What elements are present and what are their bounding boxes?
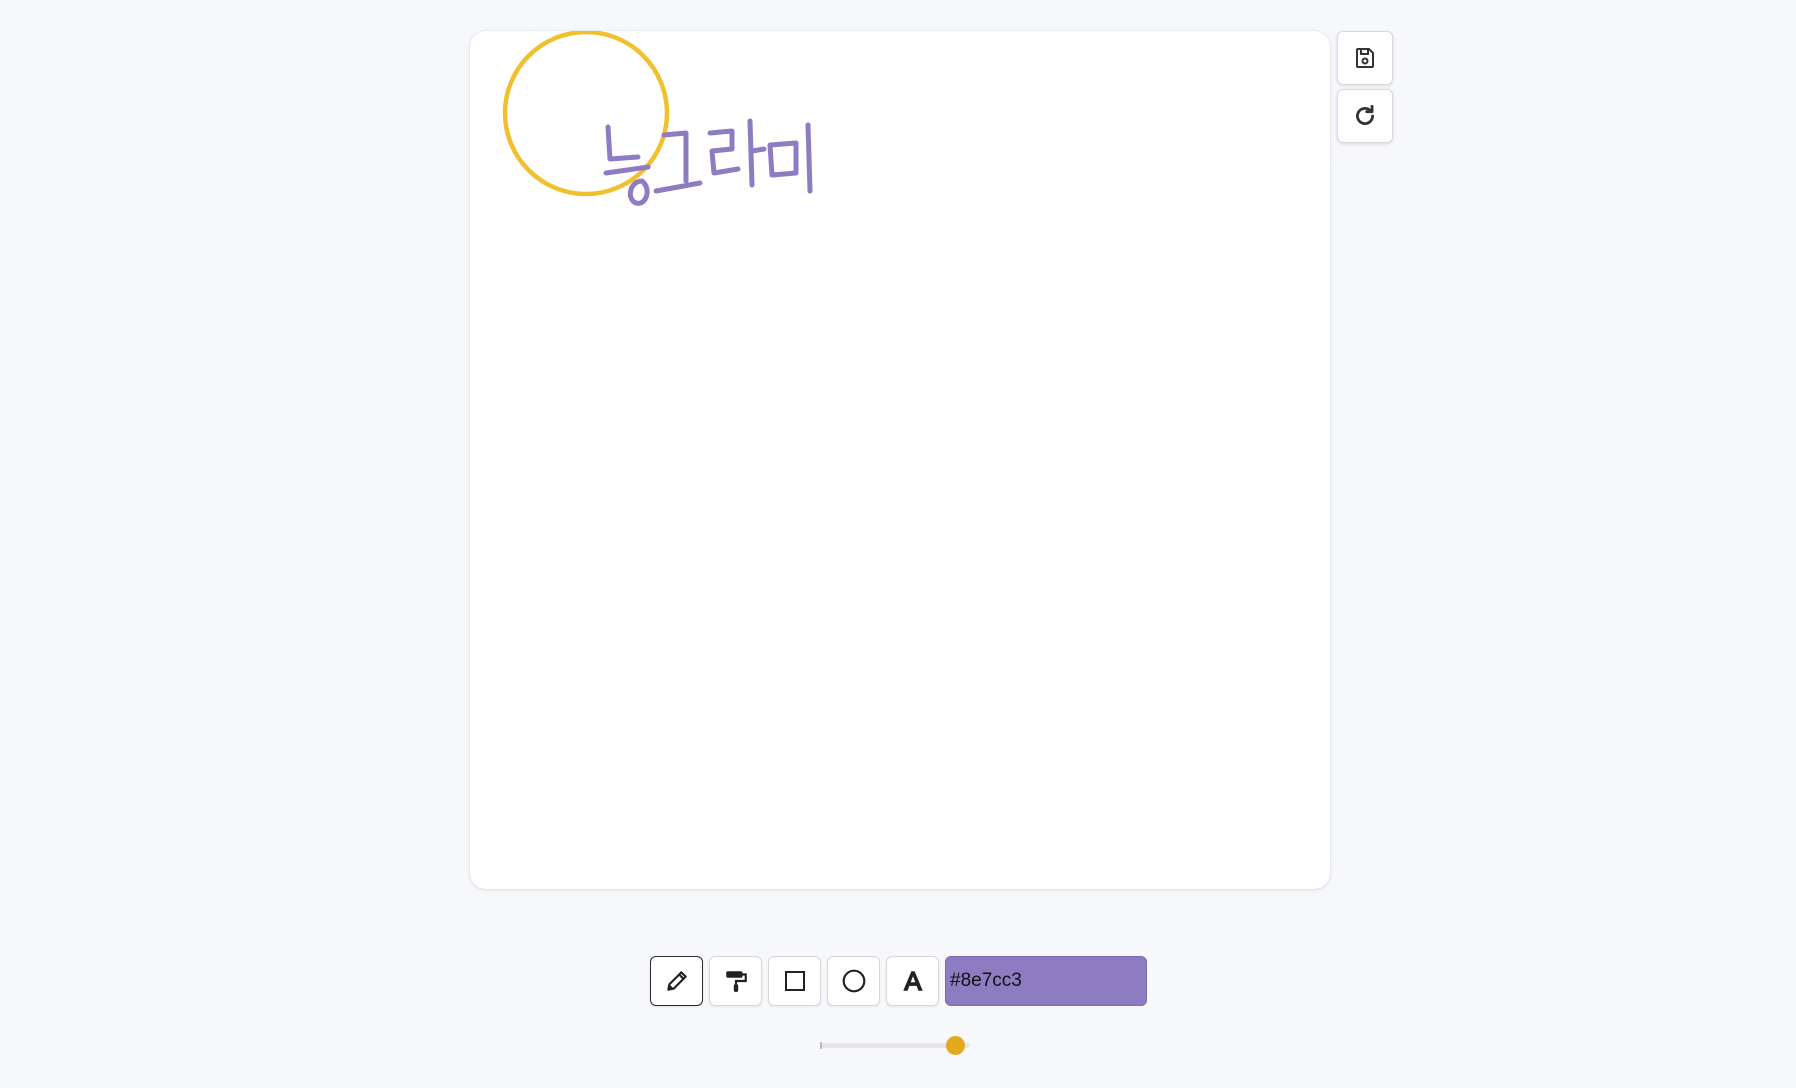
- drawing-canvas[interactable]: [470, 31, 1330, 889]
- paint-roller-icon: [725, 971, 747, 992]
- fill-tool-button[interactable]: [709, 956, 762, 1006]
- circle-tool-button[interactable]: [827, 956, 880, 1006]
- text-tool-button[interactable]: [886, 956, 939, 1006]
- drawing-layer: [502, 31, 813, 206]
- slider-min-tick: [820, 1042, 822, 1049]
- save-icon: [1356, 48, 1374, 68]
- toolbar: [650, 955, 1147, 1007]
- rectangle-tool-button[interactable]: [768, 956, 821, 1006]
- save-button[interactable]: [1337, 31, 1393, 85]
- pencil-tool-button[interactable]: [650, 956, 703, 1006]
- refresh-icon: [1356, 104, 1374, 125]
- handwritten-text: [603, 118, 813, 206]
- brush-size-slider[interactable]: [820, 1035, 980, 1057]
- circle-icon: [842, 969, 865, 993]
- reset-button[interactable]: [1337, 89, 1393, 143]
- text-icon: [902, 971, 923, 991]
- pencil-icon: [666, 971, 687, 991]
- slider-thumb[interactable]: [945, 1036, 965, 1055]
- square-icon: [784, 971, 805, 991]
- color-hex-input[interactable]: [945, 956, 1147, 1006]
